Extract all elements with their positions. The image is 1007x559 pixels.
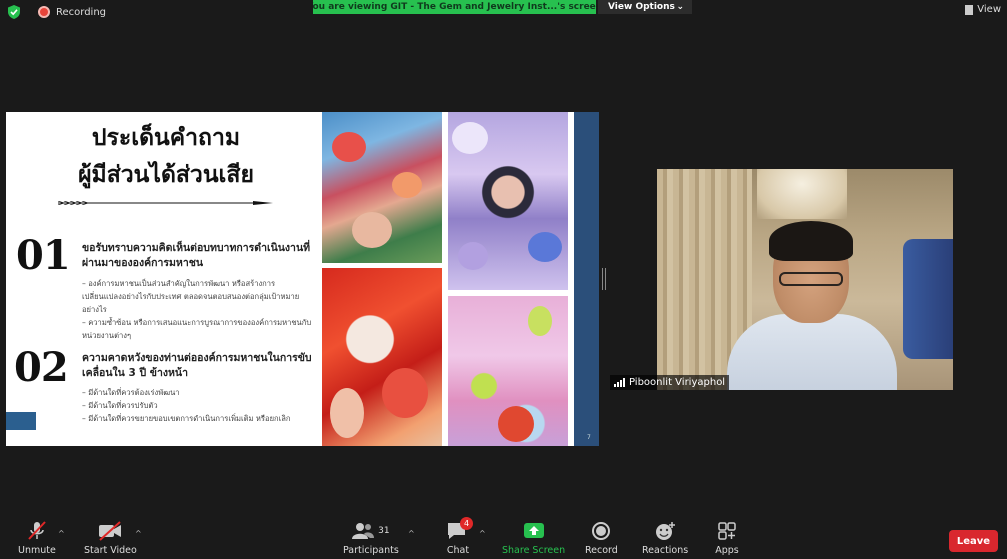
signal-strength-icon (614, 378, 625, 387)
question-2-heading: ความคาดหวังของท่านต่อองค์การมหาชนในการขั… (82, 352, 312, 379)
slide-title: ประเด็นคำถาม ผู้มีส่วนได้ส่วนเสีย (6, 120, 326, 194)
question-2-bullet: – มีด้านใดที่ควรปรับตัว (82, 401, 158, 410)
apps-button[interactable]: Apps (714, 521, 740, 556)
recording-icon (38, 6, 50, 18)
flower-photo-2 (448, 112, 568, 290)
view-label: View (977, 4, 1001, 15)
flower-photo-3 (322, 268, 442, 446)
question-2-bullet: – มีด้านใดที่ควรต้องเร่งพัฒนา (82, 388, 180, 397)
share-screen-icon (523, 523, 544, 538)
share-screen-label: Share Screen (502, 545, 566, 556)
unmute-button[interactable]: Unmute (18, 521, 56, 556)
participants-button[interactable]: 31 Participants (343, 521, 399, 556)
apps-label: Apps (715, 545, 739, 556)
participant-glasses (779, 272, 843, 286)
record-button[interactable]: Record (585, 521, 618, 556)
question-1-heading: ขอรับทราบความคิดเห็นต่อบทบาทการดำเนินงาน… (82, 242, 311, 269)
reactions-button[interactable]: Reactions (642, 521, 688, 556)
participants-icon (352, 523, 375, 539)
participants-count: 31 (378, 526, 390, 536)
participant-body (727, 314, 897, 390)
participant-video[interactable] (657, 169, 953, 390)
background-light (757, 169, 847, 219)
question-1-bullet: – องค์การมหาชนเป็นส่วนสำคัญในการพัฒนา หร… (82, 279, 300, 314)
question-number-2: 02 (14, 344, 69, 391)
participants-options-caret[interactable]: ^ (408, 529, 415, 538)
chevron-down-icon: ⌄ (676, 2, 684, 12)
start-video-label: Start Video (84, 545, 137, 556)
participant-hair (769, 221, 853, 261)
question-1-bullet: – ความซ้ำซ้อน หรือการเสนอแนะการบูรณาการข… (82, 318, 312, 340)
shared-screen-slide: ประเด็นคำถาม ผู้มีส่วนได้ส่วนเสีย 01 ขอร… (6, 112, 599, 446)
record-label: Record (585, 545, 618, 556)
start-video-button[interactable]: Start Video (84, 521, 137, 556)
participants-label: Participants (343, 545, 399, 556)
video-options-caret[interactable]: ^ (135, 529, 142, 538)
view-options-button[interactable]: View Options ⌄ (598, 0, 692, 14)
participant-name-tag: Piboonlit Viriyaphol (610, 375, 730, 390)
decorative-arrow-icon (58, 201, 273, 205)
chat-label: Chat (446, 545, 470, 556)
chat-badge: 4 (460, 517, 473, 530)
unmute-label: Unmute (18, 545, 56, 556)
question-1-bullets: – องค์การมหาชนเป็นส่วนสำคัญในการพัฒนา หร… (82, 277, 314, 342)
view-button[interactable]: View (965, 4, 1001, 15)
video-camera-off-icon (99, 521, 122, 541)
view-options-label: View Options (608, 2, 675, 12)
screen-share-banner: You are viewing GIT - The Gem and Jewelr… (313, 0, 596, 14)
share-screen-button[interactable]: Share Screen (502, 521, 565, 556)
slide-title-line2: ผู้มีส่วนได้ส่วนเสีย (78, 162, 254, 188)
shield-icon[interactable] (8, 5, 20, 19)
slide-page-number: 7 (587, 434, 591, 441)
meeting-status: Recording (8, 4, 106, 20)
slide-accent-block (6, 412, 36, 430)
reactions-label: Reactions (642, 545, 689, 556)
question-2-bullets: – มีด้านใดที่ควรต้องเร่งพัฒนา – มีด้านใด… (82, 386, 314, 425)
panel-resize-handle[interactable] (602, 268, 606, 290)
chat-options-caret[interactable]: ^ (479, 529, 486, 538)
slide-title-line1: ประเด็นคำถาม (91, 125, 241, 151)
participant-name: Piboonlit Viriyaphol (629, 377, 726, 388)
leave-button[interactable]: Leave (949, 530, 998, 552)
view-layout-icon (965, 4, 974, 15)
question-number-1: 01 (16, 232, 71, 279)
question-2-bullet: – มีด้านใดที่ควรขยายขอบเขตการดำเนินการเพ… (82, 414, 291, 423)
flower-photo-4 (448, 296, 568, 446)
meeting-toolbar: Unmute ^ Start Video ^ 31 Participants ^ (0, 517, 1007, 559)
apps-icon (718, 522, 736, 540)
microphone-muted-icon (28, 521, 46, 540)
slide-side-strip (574, 112, 599, 446)
flower-photo-1 (322, 112, 442, 263)
chat-icon-wrap: 4 (445, 517, 473, 541)
unmute-options-caret[interactable]: ^ (58, 529, 65, 538)
background-chair (903, 239, 953, 359)
reactions-icon (656, 522, 676, 540)
recording-label[interactable]: Recording (56, 7, 106, 18)
chat-button[interactable]: 4 Chat (445, 517, 473, 556)
record-icon (592, 522, 611, 540)
